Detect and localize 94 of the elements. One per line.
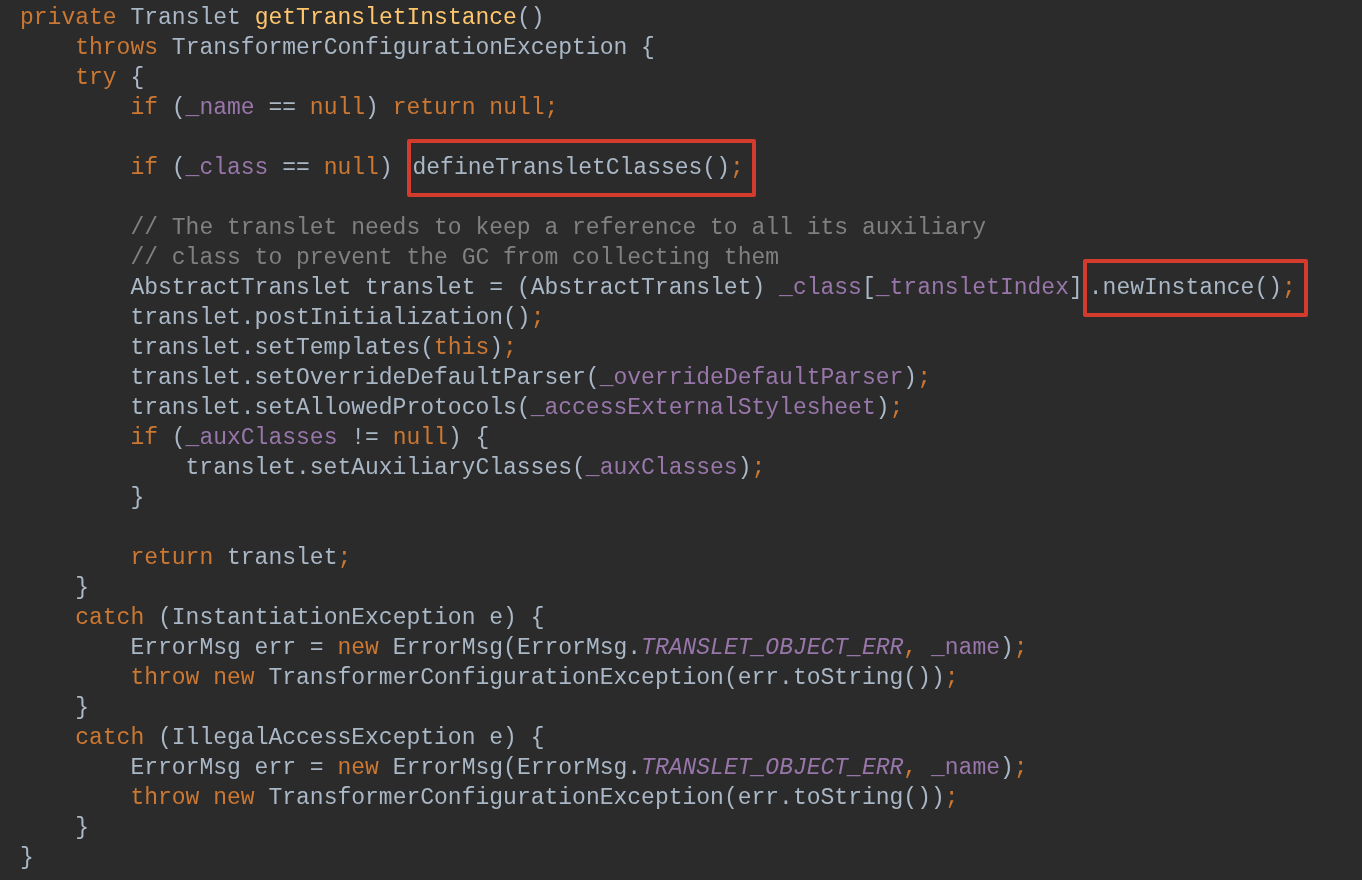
field-name: _auxClasses: [185, 425, 338, 451]
code-text: TransformerConfigurationException(err.toString()): [268, 665, 945, 691]
keyword: catch: [75, 725, 145, 751]
keyword: throw: [130, 665, 200, 691]
keyword: private: [20, 5, 117, 31]
method-name: getTransletInstance: [254, 5, 517, 31]
code-text: translet: [227, 545, 338, 571]
code-text: ): [1000, 635, 1014, 661]
punctuation: ;: [337, 545, 352, 571]
punctuation: ;: [1282, 275, 1296, 301]
code-text: (: [171, 155, 186, 181]
code-comment: // class to prevent the GC from collecting them: [130, 245, 780, 271]
code-text: ): [903, 365, 918, 391]
keyword: this: [434, 335, 490, 361]
keyword: try: [75, 65, 117, 91]
field-name: _auxClasses: [585, 455, 738, 481]
code-text: (IllegalAccessException e) {: [158, 725, 545, 751]
keyword: if: [130, 425, 158, 451]
code-text: {: [130, 65, 145, 91]
field-name: _transletIndex: [875, 275, 1069, 301]
code-text: translet.setAllowedProtocols(: [130, 395, 531, 421]
keyword: null: [489, 95, 545, 121]
code-text: ==: [282, 155, 310, 181]
code-text: }: [75, 695, 89, 721]
code-text: ]: [1068, 275, 1083, 301]
keyword: return: [130, 545, 214, 571]
code-text: !=: [351, 425, 379, 451]
punctuation: ;: [1013, 755, 1028, 781]
code-text: defineTransletClasses(): [412, 155, 730, 181]
code-text: ): [1000, 755, 1014, 781]
code-text: ==: [268, 95, 297, 121]
code-text: .newInstance(): [1088, 275, 1282, 301]
code-text: ErrorMsg err =: [130, 755, 324, 781]
code-text: }: [75, 575, 89, 601]
punctuation: ,: [903, 635, 918, 661]
keyword: null: [309, 95, 366, 121]
keyword: catch: [75, 605, 145, 631]
code-text: ErrorMsg(ErrorMsg.: [392, 635, 642, 661]
code-text: }: [20, 845, 34, 871]
punctuation: ;: [917, 365, 931, 391]
punctuation: ;: [889, 395, 904, 421]
code-text: translet.setAuxiliaryClasses(: [185, 455, 586, 481]
code-text: translet.setOverrideDefaultParser(: [130, 365, 600, 391]
punctuation: ;: [944, 785, 959, 811]
field-name: _class: [185, 155, 269, 181]
keyword: new: [213, 665, 255, 691]
punctuation: ;: [503, 335, 517, 361]
keyword: return: [392, 95, 476, 121]
field-name: _name: [185, 95, 255, 121]
code-text: }: [75, 815, 89, 841]
punctuation: ;: [751, 455, 766, 481]
code-text: ): [489, 335, 504, 361]
code-text: TransformerConfigurationException(err.toString()): [268, 785, 945, 811]
field-name: _name: [931, 635, 1000, 661]
code-text: ) {: [447, 425, 490, 451]
keyword: if: [130, 95, 158, 121]
code-text: ErrorMsg err =: [130, 635, 324, 661]
keyword: new: [337, 635, 379, 661]
punctuation: ;: [729, 155, 744, 181]
code-text: }: [130, 485, 145, 511]
code-text: ErrorMsg(ErrorMsg.: [392, 755, 642, 781]
punctuation: ;: [544, 95, 559, 121]
punctuation: ;: [530, 305, 545, 331]
code-text: (): [516, 5, 545, 31]
code-text: Translet: [130, 5, 241, 31]
code-text: ): [378, 155, 393, 181]
punctuation: ;: [1013, 635, 1028, 661]
code-text: ): [875, 395, 890, 421]
code-text: ): [737, 455, 752, 481]
keyword: throw: [130, 785, 200, 811]
keyword: if: [130, 155, 158, 181]
code-text: (: [171, 95, 186, 121]
keyword: null: [392, 425, 448, 451]
code-comment: // The translet needs to keep a reference to all its auxiliary: [130, 215, 987, 241]
code-text: (InstantiationException e) {: [158, 605, 545, 631]
code-text: ): [365, 95, 379, 121]
keyword: new: [337, 755, 379, 781]
field-name: _overrideDefaultParser: [599, 365, 904, 391]
code-text: AbstractTranslet translet = (AbstractTranslet): [130, 275, 766, 301]
field-name: _name: [931, 755, 1000, 781]
field-name: _accessExternalStylesheet: [530, 395, 876, 421]
code-text: translet.postInitialization(): [130, 305, 531, 331]
keyword: new: [213, 785, 255, 811]
constant-name: TRANSLET_OBJECT_ERR: [641, 755, 904, 781]
keyword: null: [323, 155, 379, 181]
field-name: _class: [779, 275, 862, 301]
punctuation: ;: [944, 665, 959, 691]
keyword: throws: [75, 35, 158, 61]
code-text: translet.setTemplates(: [130, 335, 435, 361]
code-text: [: [861, 275, 876, 301]
constant-name: TRANSLET_OBJECT_ERR: [641, 635, 904, 661]
code-text: TransformerConfigurationException {: [171, 35, 655, 61]
punctuation: ,: [903, 755, 918, 781]
code-text: (: [171, 425, 186, 451]
